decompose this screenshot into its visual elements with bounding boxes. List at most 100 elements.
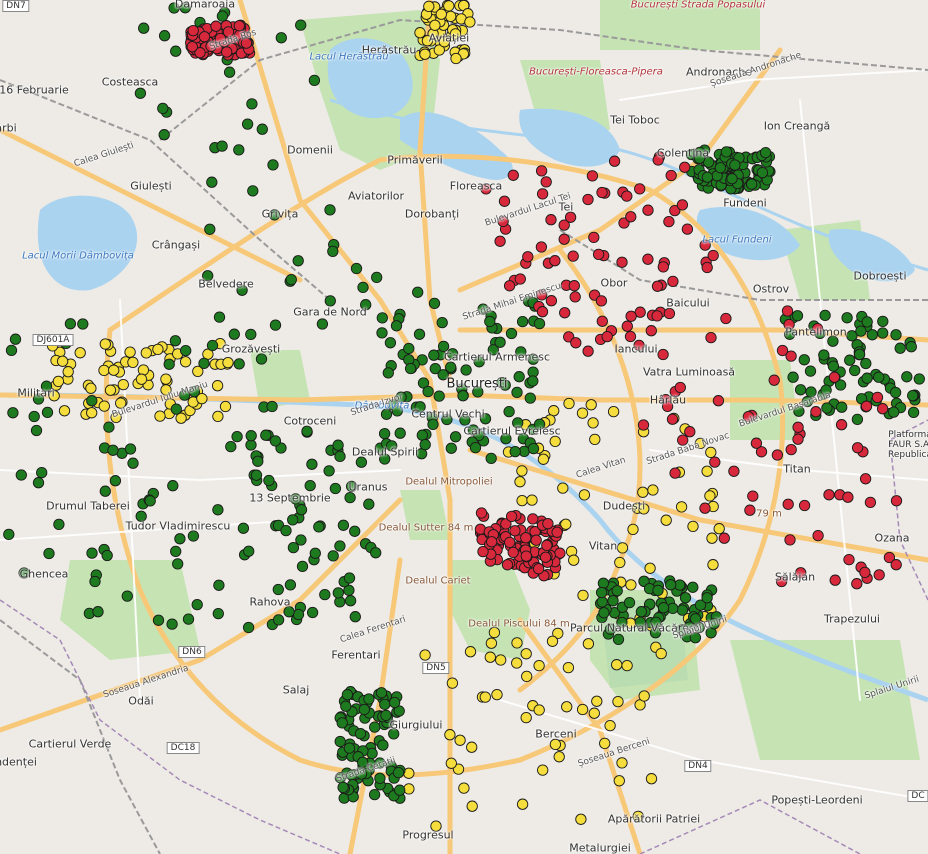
marker-red[interactable]	[210, 20, 222, 32]
marker-green[interactable]	[163, 358, 175, 370]
marker-green[interactable]	[349, 525, 361, 537]
marker-green[interactable]	[913, 373, 925, 385]
marker-green[interactable]	[665, 579, 677, 591]
marker-green[interactable]	[861, 372, 873, 384]
marker-yellow[interactable]	[419, 649, 431, 661]
marker-green[interactable]	[327, 245, 339, 258]
marker-yellow[interactable]	[435, 8, 447, 20]
marker-red[interactable]	[596, 186, 608, 199]
marker-green[interactable]	[384, 337, 397, 349]
marker-green[interactable]	[206, 176, 218, 188]
marker-red[interactable]	[233, 20, 245, 32]
marker-red[interactable]	[621, 190, 633, 202]
marker-red[interactable]	[564, 211, 577, 223]
marker-green[interactable]	[729, 159, 741, 171]
marker-green[interactable]	[107, 444, 119, 456]
marker-green[interactable]	[350, 262, 363, 275]
marker-red[interactable]	[663, 307, 676, 320]
marker-yellow[interactable]	[98, 400, 110, 412]
marker-yellow[interactable]	[520, 711, 532, 724]
marker-green[interactable]	[354, 728, 367, 740]
marker-green[interactable]	[191, 598, 203, 611]
marker-green[interactable]	[336, 717, 348, 729]
marker-red[interactable]	[810, 406, 822, 418]
marker-green[interactable]	[877, 315, 889, 328]
marker-green[interactable]	[714, 162, 727, 174]
marker-green[interactable]	[469, 441, 482, 454]
marker-yellow[interactable]	[446, 677, 459, 689]
marker-green[interactable]	[509, 445, 521, 458]
marker-red[interactable]	[657, 348, 669, 361]
marker-green[interactable]	[436, 316, 448, 329]
marker-red[interactable]	[530, 534, 542, 546]
marker-green[interactable]	[109, 475, 122, 487]
marker-yellow[interactable]	[491, 688, 503, 701]
marker-red[interactable]	[859, 566, 871, 579]
marker-yellow[interactable]	[616, 757, 628, 769]
marker-yellow[interactable]	[98, 364, 110, 377]
marker-green[interactable]	[306, 458, 318, 470]
marker-green[interactable]	[855, 325, 867, 337]
marker-green[interactable]	[216, 10, 229, 22]
marker-green[interactable]	[169, 335, 182, 347]
marker-green[interactable]	[349, 611, 361, 623]
marker-green[interactable]	[256, 123, 268, 135]
marker-red[interactable]	[540, 176, 552, 188]
marker-green[interactable]	[212, 504, 224, 516]
marker-red[interactable]	[720, 312, 732, 325]
marker-red[interactable]	[539, 551, 552, 563]
marker-green[interactable]	[86, 547, 98, 559]
marker-red[interactable]	[477, 545, 489, 558]
marker-green[interactable]	[901, 371, 913, 383]
marker-green[interactable]	[3, 528, 15, 541]
marker-yellow[interactable]	[429, 19, 441, 31]
marker-yellow[interactable]	[179, 356, 192, 368]
marker-red[interactable]	[669, 467, 681, 479]
marker-green[interactable]	[652, 584, 664, 597]
marker-yellow[interactable]	[537, 764, 549, 776]
marker-green[interactable]	[494, 336, 506, 348]
marker-yellow[interactable]	[52, 375, 65, 388]
marker-red[interactable]	[535, 165, 548, 177]
marker-green[interactable]	[172, 558, 184, 570]
marker-yellow[interactable]	[511, 657, 523, 669]
marker-green[interactable]	[242, 621, 255, 634]
marker-green[interactable]	[228, 328, 240, 340]
marker-green[interactable]	[527, 442, 540, 455]
marker-green[interactable]	[323, 465, 335, 477]
marker-yellow[interactable]	[575, 813, 587, 825]
marker-green[interactable]	[223, 66, 236, 78]
marker-yellow[interactable]	[576, 407, 589, 419]
marker-yellow[interactable]	[655, 647, 667, 660]
marker-yellow[interactable]	[219, 400, 232, 413]
marker-yellow[interactable]	[557, 482, 569, 494]
marker-green[interactable]	[378, 427, 391, 440]
marker-green[interactable]	[907, 406, 920, 419]
marker-green[interactable]	[866, 329, 878, 341]
marker-yellow[interactable]	[86, 407, 98, 419]
marker-green[interactable]	[166, 618, 178, 630]
marker-red[interactable]	[679, 161, 691, 173]
marker-green[interactable]	[597, 577, 610, 589]
marker-red[interactable]	[586, 170, 599, 182]
marker-green[interactable]	[791, 310, 804, 322]
marker-green[interactable]	[295, 534, 307, 546]
marker-green[interactable]	[144, 495, 156, 507]
marker-green[interactable]	[357, 281, 369, 294]
marker-yellow[interactable]	[211, 380, 224, 392]
marker-green[interactable]	[101, 549, 113, 562]
marker-red[interactable]	[842, 491, 854, 503]
marker-yellow[interactable]	[485, 637, 498, 649]
marker-yellow[interactable]	[464, 646, 477, 658]
marker-green[interactable]	[158, 129, 170, 141]
marker-red[interactable]	[637, 419, 650, 431]
marker-green[interactable]	[363, 693, 375, 705]
marker-green[interactable]	[337, 519, 350, 531]
marker-yellow[interactable]	[450, 52, 462, 65]
marker-red[interactable]	[624, 330, 637, 343]
marker-yellow[interactable]	[687, 520, 699, 533]
marker-yellow[interactable]	[127, 356, 139, 369]
marker-yellow[interactable]	[212, 410, 224, 423]
marker-yellow[interactable]	[612, 695, 624, 708]
marker-red[interactable]	[558, 233, 570, 245]
